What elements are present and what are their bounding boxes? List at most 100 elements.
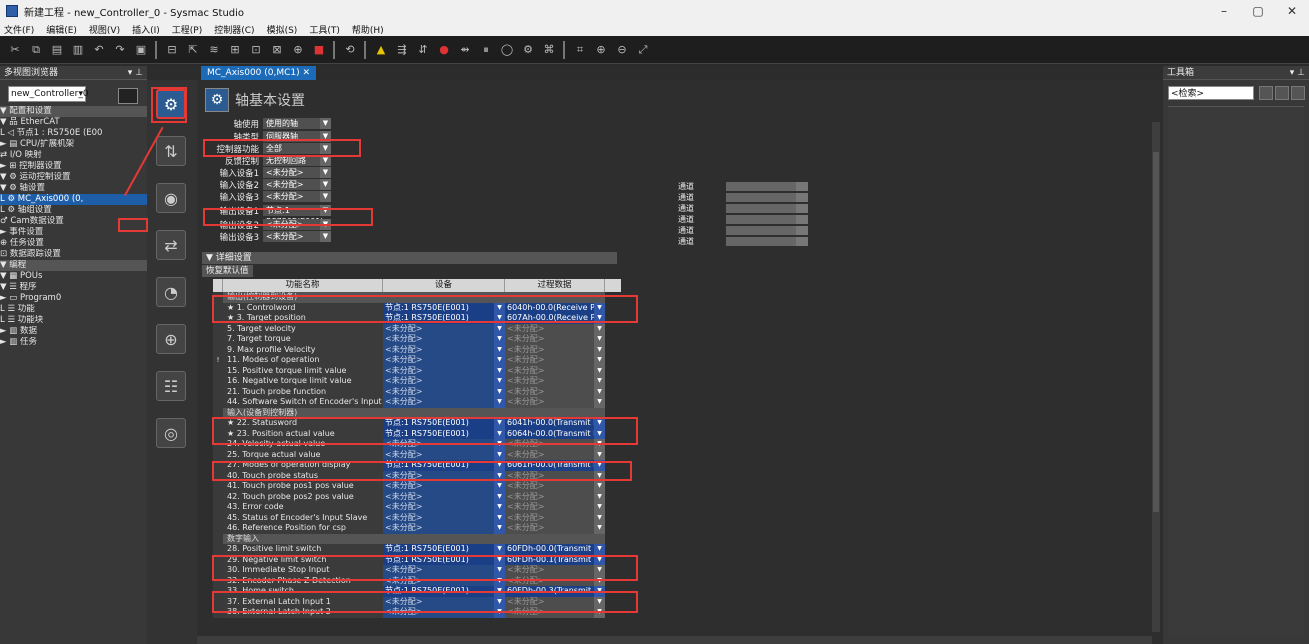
copy-icon[interactable]: ⧉: [29, 43, 43, 57]
scrollbar-thumb[interactable]: [1153, 152, 1159, 512]
tree-node[interactable]: ▼ 编程: [0, 260, 147, 271]
redo-icon[interactable]: ↷: [113, 43, 127, 57]
channel-select[interactable]: [726, 192, 808, 202]
axis-basic-settings-icon[interactable]: ⚙: [156, 89, 186, 119]
device-select[interactable]: <未分配> ▼: [383, 386, 505, 397]
device-select[interactable]: 节点:1 RS750E(E001) ▼: [383, 428, 505, 439]
step-out-icon[interactable]: ⇴: [458, 43, 472, 57]
setting-select[interactable]: <未分配> ▼: [263, 219, 331, 230]
device-select[interactable]: <未分配> ▼: [383, 565, 505, 576]
unit-conversion-icon[interactable]: ⇅: [156, 136, 186, 166]
menu-tools[interactable]: 工具(T): [309, 23, 340, 36]
channel-select[interactable]: [726, 236, 808, 246]
device-select[interactable]: <未分配> ▼: [383, 512, 505, 523]
process-data-select[interactable]: 6061h-00.0(Transmit P ▼: [505, 460, 605, 471]
process-data-select[interactable]: <未分配> ▼: [505, 449, 605, 460]
tree-node[interactable]: ▼ ☰ 程序: [0, 282, 147, 293]
device-select[interactable]: 节点:1 RS750E(E001) ▼: [383, 554, 505, 565]
device-select[interactable]: <未分配> ▼: [383, 439, 505, 450]
search-dropdown-icon[interactable]: [1259, 86, 1273, 100]
device-select[interactable]: <未分配> ▼: [383, 397, 505, 408]
device-select[interactable]: 节点:1 RS750E(E001) ▼: [383, 586, 505, 597]
transfer-icon[interactable]: ⇱: [186, 43, 200, 57]
process-data-select[interactable]: <未分配> ▼: [505, 575, 605, 586]
servo-drive-icon[interactable]: ☷: [156, 371, 186, 401]
menu-project[interactable]: 工程(P): [172, 23, 202, 36]
zoom-out-icon[interactable]: ⊖: [615, 43, 629, 57]
process-data-select[interactable]: <未分配> ▼: [505, 502, 605, 513]
tree-node[interactable]: ► 事件设置: [0, 227, 147, 238]
sync-icon[interactable]: ⊠: [270, 43, 284, 57]
fit-icon[interactable]: ⤢: [636, 43, 650, 57]
menu-insert[interactable]: 插入(I): [132, 23, 160, 36]
trace-icon[interactable]: ⌘: [542, 43, 556, 57]
menu-help[interactable]: 帮助(H): [352, 23, 384, 36]
breakpoint-icon[interactable]: ●: [437, 43, 451, 57]
close-button[interactable]: ✕: [1275, 0, 1309, 22]
process-data-select[interactable]: <未分配> ▼: [505, 481, 605, 492]
device-select[interactable]: <未分配> ▼: [383, 334, 505, 345]
tree-node[interactable]: L ☰ 功能块: [0, 315, 147, 326]
pin-icon[interactable]: ▾ ⊥: [128, 66, 143, 80]
operation-settings-icon[interactable]: ◉: [156, 183, 186, 213]
zoom-in-icon[interactable]: ⊕: [594, 43, 608, 57]
clear-search-icon[interactable]: [1291, 86, 1305, 100]
device-select[interactable]: <未分配> ▼: [383, 376, 505, 387]
tree-node[interactable]: ▼ 品 EtherCAT: [0, 117, 147, 128]
device-select[interactable]: <未分配> ▼: [383, 323, 505, 334]
device-select[interactable]: <未分配> ▼: [383, 596, 505, 607]
device-select[interactable]: <未分配> ▼: [383, 344, 505, 355]
device-select[interactable]: 节点:1 RS750E(E001) ▼: [383, 418, 505, 429]
cut-icon[interactable]: ✂: [8, 43, 22, 57]
channel-select[interactable]: [726, 203, 808, 213]
tree-node[interactable]: ► ▤ CPU/扩展机架: [0, 139, 147, 150]
setting-select[interactable]: 无控制回路 ▼: [263, 155, 331, 166]
position-count-icon[interactable]: ⊕: [156, 324, 186, 354]
process-data-select[interactable]: <未分配> ▼: [505, 355, 605, 366]
step-in-icon[interactable]: ⇵: [416, 43, 430, 57]
tree-node[interactable]: ► ▥ 任务: [0, 337, 147, 348]
channel-select[interactable]: [726, 225, 808, 235]
process-data-select[interactable]: 6040h-00.0(Receive PD ▼: [505, 302, 605, 313]
process-data-select[interactable]: 607Ah-00.0(Receive PD ▼: [505, 313, 605, 324]
controller-select[interactable]: new_Controller_0 ▾: [8, 86, 89, 102]
tree-node[interactable]: ▼ 配置和设置: [0, 106, 147, 117]
process-data-select[interactable]: 6041h-00.0(Transmit P ▼: [505, 418, 605, 429]
setting-select[interactable]: 伺服器轴 ▼: [263, 131, 331, 142]
tree-node[interactable]: ⊕ 任务设置: [0, 238, 147, 249]
run-icon[interactable]: ◯: [500, 43, 514, 57]
maximize-button[interactable]: ▢: [1241, 0, 1275, 22]
undo-icon[interactable]: ↶: [92, 43, 106, 57]
tree-node[interactable]: ▼ ▦ POUs: [0, 271, 147, 282]
process-data-select[interactable]: <未分配> ▼: [505, 365, 605, 376]
tree-node[interactable]: ► ▭ Program0: [0, 293, 147, 304]
horizontal-scrollbar[interactable]: [197, 636, 1152, 644]
process-data-select[interactable]: <未分配> ▼: [505, 523, 605, 534]
offline-icon[interactable]: ⊡: [249, 43, 263, 57]
tree-node[interactable]: ▼ ⚙ 运动控制设置: [0, 172, 147, 183]
menu-simulation[interactable]: 模拟(S): [267, 23, 298, 36]
vertical-scrollbar[interactable]: [1152, 122, 1160, 632]
warning-icon[interactable]: ▲: [374, 43, 388, 57]
settings-icon[interactable]: ⚙: [521, 43, 535, 57]
limit-settings-icon[interactable]: ◔: [156, 277, 186, 307]
device-select[interactable]: <未分配> ▼: [383, 575, 505, 586]
monitor-icon[interactable]: ⊕: [291, 43, 305, 57]
device-select[interactable]: <未分配> ▼: [383, 481, 505, 492]
process-data-select[interactable]: 60FDh-00.1(Transmit P ▼: [505, 554, 605, 565]
setting-select[interactable]: <未分配> ▼: [263, 231, 331, 242]
pin-icon[interactable]: ▾ ⊥: [1290, 66, 1305, 80]
process-data-select[interactable]: <未分配> ▼: [505, 596, 605, 607]
compare-icon[interactable]: ≋: [207, 43, 221, 57]
process-data-select[interactable]: <未分配> ▼: [505, 344, 605, 355]
process-data-select[interactable]: <未分配> ▼: [505, 323, 605, 334]
tab-mc-axis000[interactable]: MC_Axis000 (0,MC1) ✕: [201, 66, 317, 80]
grid-icon[interactable]: ⌗: [573, 43, 587, 57]
process-data-select[interactable]: <未分配> ▼: [505, 565, 605, 576]
minimize-button[interactable]: –: [1207, 0, 1241, 22]
simulate-icon[interactable]: ⟲: [343, 43, 357, 57]
menu-edit[interactable]: 编辑(E): [46, 23, 77, 36]
save-icon[interactable]: ▣: [134, 43, 148, 57]
tree-node[interactable]: L ☰ 功能: [0, 304, 147, 315]
device-select[interactable]: <未分配> ▼: [383, 523, 505, 534]
